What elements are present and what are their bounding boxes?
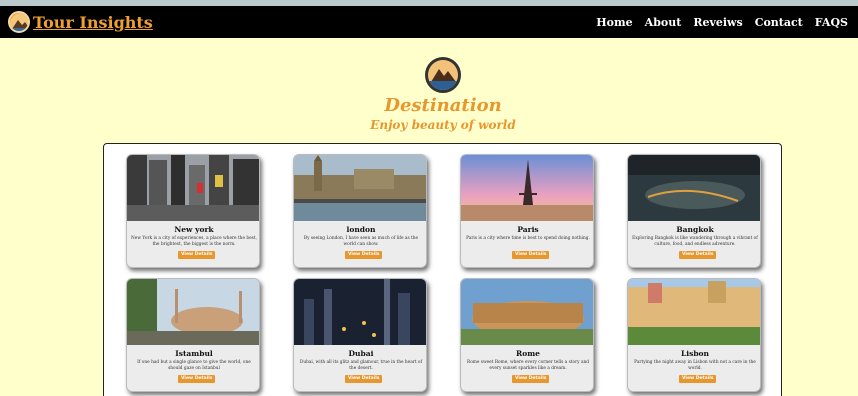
nav-faqs[interactable]: FAQS [815,16,848,29]
brand-link[interactable]: Tour Insights [8,10,153,34]
page-subtitle: Enjoy beauty of world [370,118,516,132]
card-description: New York is a city of experiences, a pla… [131,236,257,247]
mountain-logo-icon [8,11,30,33]
brand-name: Tour Insights [33,12,153,32]
card-description: Rome sweet Rome, where every corner tell… [466,360,590,371]
card-title: Istambul [175,349,213,358]
nav-home[interactable]: Home [596,16,632,29]
nav-links: Home About Reveiws Contact FAQS [596,16,848,29]
destination-card-new-york: New york New York is a city of experienc… [126,154,260,268]
destination-card-paris: Paris Paris is a city where time is best… [460,154,594,268]
card-description: Dubai, with all its glitz and glamour, t… [299,360,423,371]
destination-card-rome: Rome Rome sweet Rome, where every corner… [460,278,594,392]
paris-photo [461,155,593,221]
view-details-button[interactable]: View Details [345,375,383,383]
navbar: Tour Insights Home About Reveiws Contact… [0,6,858,38]
card-title: Dubai [348,349,374,358]
page-title: Destination [384,95,502,116]
london-photo [294,155,426,221]
view-details-button[interactable]: View Details [178,251,216,259]
view-details-button[interactable]: View Details [512,375,550,383]
destination-card-bangkok: Bangkok Exploring Bangkok is like wander… [627,154,761,268]
card-title: Bangkok [676,225,714,234]
view-details-button[interactable]: View Details [679,375,717,383]
card-description: If one had but a single glance to give t… [137,360,251,371]
card-title: Paris [517,225,539,234]
card-title: New york [174,225,214,234]
card-description: Paris is a city where time is best to sp… [466,236,590,241]
destination-card-london: london By seeing London, I have seen as … [293,154,427,268]
destination-card-istanbul: Istambul If one had but a single glance … [126,278,260,392]
view-details-button[interactable]: View Details [178,375,216,383]
view-details-button[interactable]: View Details [345,251,383,259]
lisbon-photo [628,279,760,345]
bangkok-photo [628,155,760,221]
card-title: Lisbon [680,349,710,358]
card-title: london [346,225,376,234]
nav-reviews[interactable]: Reveiws [693,16,742,29]
new-york-photo [127,155,259,221]
rome-photo [461,279,593,345]
destination-card-dubai: Dubai Dubai, with all its glitz and glam… [293,278,427,392]
view-details-button[interactable]: View Details [679,251,717,259]
card-description: Partying the night away in Lisbon with n… [634,360,756,371]
dubai-photo [294,279,426,345]
view-details-button[interactable]: View Details [512,251,550,259]
card-title: Rome [516,349,540,358]
destination-card-lisbon: Lisbon Partying the night away in Lisbon… [627,278,761,392]
nav-contact[interactable]: Contact [755,16,803,29]
istanbul-photo [127,279,259,345]
hero-mountain-logo-icon [425,57,461,93]
destinations-container: New york New York is a city of experienc… [103,143,782,396]
card-description: Exploring Bangkok is like wandering thro… [632,236,758,247]
nav-about[interactable]: About [645,16,682,29]
card-description: By seeing London, I have seen as much of… [303,236,419,247]
